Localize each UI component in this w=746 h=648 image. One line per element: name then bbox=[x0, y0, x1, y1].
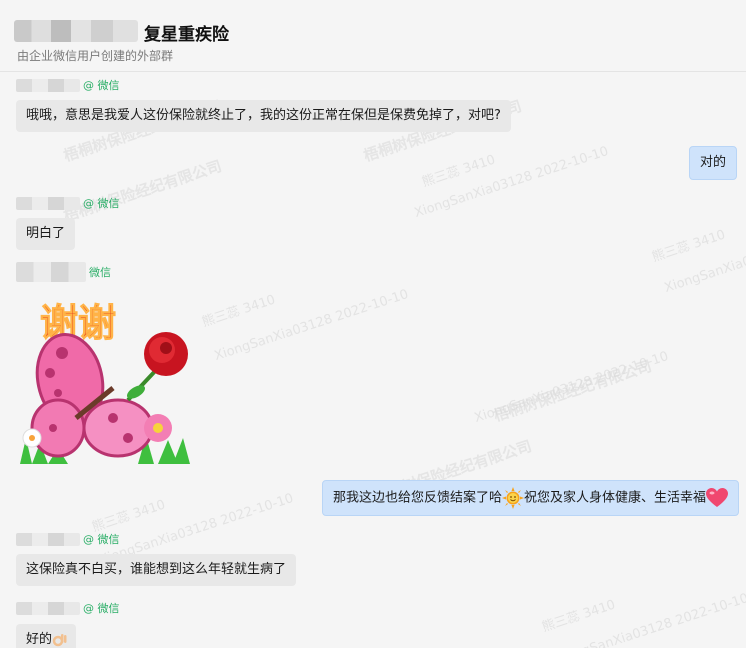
blurred-sender-name bbox=[16, 78, 80, 92]
chat-title[interactable]: 复星重疾险 bbox=[144, 20, 229, 45]
watermark-id: XiongSanXia03128 2022-10-10 bbox=[472, 349, 671, 426]
message-bubble[interactable]: 明白了 bbox=[16, 218, 76, 250]
message-sender[interactable]: 微信 bbox=[16, 262, 111, 282]
watermark-id: XiongSanXia03128 2022-10-10 bbox=[212, 287, 411, 364]
watermark-id: XiongSanXia03128 2022-10-10 bbox=[552, 591, 746, 648]
message-bubble[interactable]: 好的 bbox=[16, 624, 77, 648]
message-bubble[interactable]: 哦哦，意思是我爱人这份保险就终止了，我的这份正常在保但是保费免掉了，对吧? bbox=[16, 100, 511, 132]
watermark-company: 梧桐树保险经纪有限公司 bbox=[61, 156, 224, 226]
message-sender[interactable]: @ 微信 bbox=[16, 601, 120, 615]
watermark-company: 梧桐树保险经纪有限公司 bbox=[491, 356, 654, 426]
watermark-user: 熊三蕊 3410 bbox=[200, 292, 278, 331]
blurred-sender-name bbox=[16, 196, 80, 210]
thank-you-sticker[interactable]: 谢谢 bbox=[18, 288, 190, 464]
watermark-user: 熊三蕊 3410 bbox=[650, 227, 728, 266]
chat-header: 复星重疾险 由企业微信用户创建的外部群 bbox=[0, 0, 746, 72]
chat-subtitle: 由企业微信用户创建的外部群 bbox=[17, 49, 174, 63]
message-bubble[interactable]: 这保险真不白买，谁能想到这么年轻就生病了 bbox=[16, 554, 297, 586]
blurred-sender-name bbox=[16, 532, 80, 546]
wechat-tag: @ 微信 bbox=[83, 197, 120, 210]
blurred-group-prefix bbox=[14, 20, 138, 42]
message-text: 祝您及家人身体健康、生活幸福 bbox=[524, 490, 707, 506]
watermark-id: XiongSanXia03128 2022-10-10 bbox=[662, 219, 746, 296]
wechat-tag: 微信 bbox=[89, 266, 111, 279]
message-sender[interactable]: @ 微信 bbox=[16, 532, 120, 546]
blurred-sender-name bbox=[16, 601, 80, 615]
rose-icon bbox=[126, 332, 188, 402]
message-bubble-self[interactable]: 对的 bbox=[689, 146, 738, 180]
wechat-tag: @ 微信 bbox=[83, 533, 120, 546]
message-bubble-self[interactable]: 那我这边也给您反馈结案了哈 祝您及家人身体健康、生活幸福 bbox=[322, 480, 740, 516]
message-text: 好的 bbox=[26, 632, 53, 647]
watermark-user: 熊三蕊 3410 bbox=[540, 597, 618, 636]
ok-hand-emoji-icon bbox=[52, 633, 67, 646]
watermark-user: 熊三蕊 3410 bbox=[90, 497, 168, 536]
watermark-id: XiongSanXia03128 2022-10-10 bbox=[412, 144, 611, 221]
blurred-sender-name bbox=[16, 262, 86, 282]
message-sender[interactable]: @ 微信 bbox=[16, 196, 120, 210]
wechat-tag: @ 微信 bbox=[83, 602, 120, 615]
watermark-user: 熊三蕊 3410 bbox=[420, 152, 498, 191]
message-text: 那我这边也给您反馈结案了哈 bbox=[333, 490, 503, 506]
message-sender[interactable]: @ 微信 bbox=[16, 78, 120, 92]
wechat-tag: @ 微信 bbox=[83, 79, 120, 92]
sun-emoji-icon bbox=[502, 487, 525, 509]
heart-emoji-icon bbox=[706, 488, 729, 507]
